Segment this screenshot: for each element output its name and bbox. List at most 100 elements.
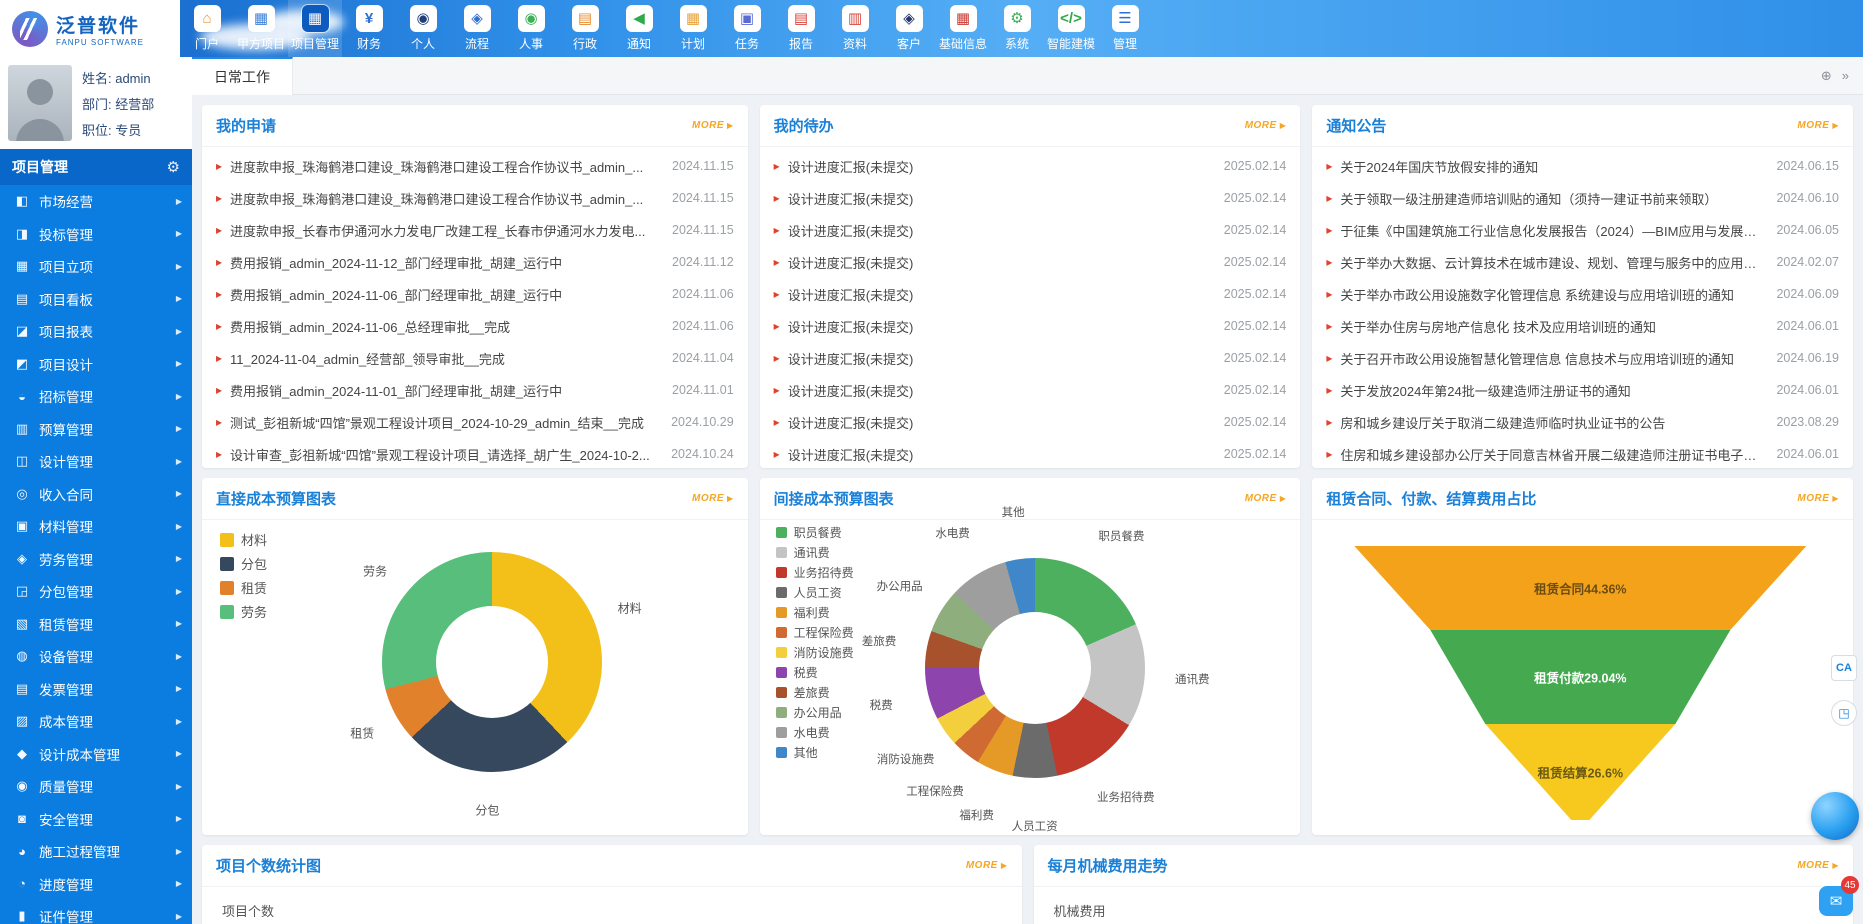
message-icon: ✉ [1830, 892, 1843, 910]
list-item[interactable]: ▸ 费用报销_admin_2024-11-06_部门经理审批_胡建_运行中 20… [216, 278, 734, 310]
list-item[interactable]: ▸ 费用报销_admin_2024-11-01_部门经理审批_胡建_运行中 20… [216, 374, 734, 406]
user-name: 姓名: admin [82, 68, 154, 87]
nav-item[interactable]: ◈ 客户 [882, 0, 936, 57]
nav-item[interactable]: ⌂ 门户 [180, 0, 234, 57]
list-item[interactable]: ▸ 进度款申报_珠海鹤港口建设_珠海鹤港口建设工程合作协议书_admin_...… [216, 150, 734, 182]
item-text: 设计进度汇报(未提交) [788, 317, 1216, 336]
more-link[interactable]: MORE▶ [1245, 120, 1287, 131]
list-item[interactable]: ▸ 设计进度汇报(未提交) 2025.02.14 [774, 374, 1287, 406]
sidebar-menu-item[interactable]: ▣ 材料管理 ▶ [0, 510, 192, 543]
list-item[interactable]: ▸ 关于领取一级注册建造师培训贴的通知（须持一建证书前来领取） 2024.06.… [1326, 182, 1839, 214]
nav-item[interactable]: ◀ 通知 [612, 0, 666, 57]
sidebar-menu-item[interactable]: ◨ 投标管理 ▶ [0, 218, 192, 251]
list-item[interactable]: ▸ 房和城乡建设厅关于取消二级建造师临时执业证书的公告 2023.08.29 [1326, 406, 1839, 438]
sidebar-menu-item[interactable]: ◍ 设备管理 ▶ [0, 640, 192, 673]
list-item[interactable]: ▸ 关于2024年国庆节放假安排的通知 2024.06.15 [1326, 150, 1839, 182]
sidebar-menu-item[interactable]: ◎ 收入合同 ▶ [0, 478, 192, 511]
bullet-icon: ▸ [1326, 159, 1332, 173]
sidebar-menu-item[interactable]: ◪ 项目报表 ▶ [0, 315, 192, 348]
list-item[interactable]: ▸ 设计进度汇报(未提交) 2025.02.14 [774, 406, 1287, 438]
list-item[interactable]: ▸ 关于发放2024年第24批一级建造师注册证书的通知 2024.06.01 [1326, 374, 1839, 406]
sidebar-menu-item[interactable]: ▦ 项目立项 ▶ [0, 250, 192, 283]
sidebar-menu-item[interactable]: ▮ 证件管理 ▶ [0, 900, 192, 924]
app-logo[interactable]: 泛普软件 FANPU SOFTWARE [0, 0, 180, 57]
settings-gear-icon[interactable]: ⚙ [167, 158, 180, 176]
nav-item[interactable]: ▥ 资料 [828, 0, 882, 57]
nav-item[interactable]: ◉ 个人 [396, 0, 450, 57]
logo-subtitle: FANPU SOFTWARE [56, 38, 144, 47]
ca-cert-widget[interactable]: CA [1831, 655, 1857, 681]
nav-item[interactable]: ¥ 财务 [342, 0, 396, 57]
list-item[interactable]: ▸ 设计进度汇报(未提交) 2025.02.14 [774, 182, 1287, 214]
menu-item-label: 进度管理 [39, 874, 167, 894]
collapse-icon[interactable]: » [1842, 68, 1849, 84]
sidebar-menu-item[interactable]: ▨ 成本管理 ▶ [0, 705, 192, 738]
more-link[interactable]: MORE▶ [1245, 493, 1287, 504]
list-item[interactable]: ▸ 进度款申报_珠海鹤港口建设_珠海鹤港口建设工程合作协议书_admin_...… [216, 182, 734, 214]
list-item[interactable]: ▸ 关于举办住房与房地产信息化 技术及应用培训班的通知 2024.06.01 [1326, 310, 1839, 342]
list-item[interactable]: ▸ 11_2024-11-04_admin_经营部_领导审批__完成 2024.… [216, 342, 734, 374]
nav-item[interactable]: ▤ 报告 [774, 0, 828, 57]
list-item[interactable]: ▸ 设计进度汇报(未提交) 2025.02.14 [774, 278, 1287, 310]
nav-item[interactable]: ▤ 行政 [558, 0, 612, 57]
nav-item[interactable]: ▦ 项目管理 [288, 0, 342, 57]
list-item[interactable]: ▸ 设计进度汇报(未提交) 2025.02.14 [774, 214, 1287, 246]
list-item[interactable]: ▸ 住房和城乡建设部办公厅关于同意吉林省开展二级建造师注册证书电子化试点... … [1326, 438, 1839, 468]
more-link[interactable]: MORE▶ [966, 860, 1008, 871]
key-icon[interactable]: ⊕ [1821, 68, 1832, 84]
more-link[interactable]: MORE▶ [1797, 120, 1839, 131]
qr-widget[interactable]: ◳ [1831, 700, 1857, 726]
list-item[interactable]: ▸ 设计审查_彭祖新城“四馆”景观工程设计项目_请选择_胡广生_2024-10-… [216, 438, 734, 468]
sidebar-menu-item[interactable]: ◔ 进度管理 ▶ [0, 868, 192, 901]
nav-item[interactable]: ▦ 计划 [666, 0, 720, 57]
row-bottom-charts: 项目个数统计图 MORE▶ 项目个数 7 7 7 每月机械费用走势 MORE▶ … [192, 845, 1863, 924]
bullet-icon: ▸ [216, 447, 222, 461]
nav-item[interactable]: ◉ 人事 [504, 0, 558, 57]
list-item[interactable]: ▸ 关于举办大数据、云计算技术在城市建设、规划、管理与服务中的应用培训班... … [1326, 246, 1839, 278]
menu-item-label: 分包管理 [39, 581, 167, 601]
sidebar-menu-item[interactable]: ◉ 质量管理 ▶ [0, 770, 192, 803]
more-link[interactable]: MORE▶ [1797, 493, 1839, 504]
list-item[interactable]: ▸ 费用报销_admin_2024-11-12_部门经理审批_胡建_运行中 20… [216, 246, 734, 278]
nav-item[interactable]: ◈ 流程 [450, 0, 504, 57]
nav-item[interactable]: ⚙ 系统 [990, 0, 1044, 57]
legend-swatch [776, 547, 787, 558]
slice-label: 分包 [475, 801, 499, 818]
legend-swatch [776, 687, 787, 698]
list-item[interactable]: ▸ 进度款申报_长春市伊通河水力发电厂改建工程_长春市伊通河水力发电... 20… [216, 214, 734, 246]
list-item[interactable]: ▸ 测试_彭祖新城“四馆”景观工程设计项目_2024-10-29_admin_结… [216, 406, 734, 438]
sidebar-menu-item[interactable]: ◙ 安全管理 ▶ [0, 803, 192, 836]
tab-daily-work[interactable]: 日常工作 [192, 57, 293, 95]
more-link[interactable]: MORE▶ [692, 120, 734, 131]
list-item[interactable]: ▸ 关于召开市政公用设施智慧化管理信息 信息技术与应用培训班的通知 2024.0… [1326, 342, 1839, 374]
sidebar-menu-item[interactable]: ◈ 劳务管理 ▶ [0, 543, 192, 576]
sidebar-menu-item[interactable]: ◩ 项目设计 ▶ [0, 348, 192, 381]
list-item[interactable]: ▸ 于征集《中国建筑施工行业信息化发展报告（2024）—BIM应用与发展》材料.… [1326, 214, 1839, 246]
sidebar-menu-item[interactable]: ◒ 招标管理 ▶ [0, 380, 192, 413]
nav-item[interactable]: ▣ 任务 [720, 0, 774, 57]
list-item[interactable]: ▸ 设计进度汇报(未提交) 2025.02.14 [774, 438, 1287, 468]
sidebar-menu-item[interactable]: ▧ 租赁管理 ▶ [0, 608, 192, 641]
sidebar-menu-item[interactable]: ◲ 分包管理 ▶ [0, 575, 192, 608]
list-item[interactable]: ▸ 设计进度汇报(未提交) 2025.02.14 [774, 310, 1287, 342]
more-link[interactable]: MORE▶ [692, 493, 734, 504]
sidebar-menu-item[interactable]: ▥ 预算管理 ▶ [0, 413, 192, 446]
nav-item[interactable]: ☰ 管理 [1098, 0, 1152, 57]
sidebar-menu-item[interactable]: ▤ 项目看板 ▶ [0, 283, 192, 316]
nav-item[interactable]: ▦ 基础信息 [936, 0, 990, 57]
list-item[interactable]: ▸ 设计进度汇报(未提交) 2025.02.14 [774, 246, 1287, 278]
nav-item[interactable]: </> 智能建模 [1044, 0, 1098, 57]
sidebar-menu-item[interactable]: ◫ 设计管理 ▶ [0, 445, 192, 478]
list-item[interactable]: ▸ 费用报销_admin_2024-11-06_总经理审批__完成 2024.1… [216, 310, 734, 342]
list-item[interactable]: ▸ 设计进度汇报(未提交) 2025.02.14 [774, 150, 1287, 182]
sidebar-menu-item[interactable]: ◧ 市场经营 ▶ [0, 185, 192, 218]
sidebar-menu-item[interactable]: ▤ 发票管理 ▶ [0, 673, 192, 706]
list-item[interactable]: ▸ 设计进度汇报(未提交) 2025.02.14 [774, 342, 1287, 374]
list-item[interactable]: ▸ 关于举办市政公用设施数字化管理信息 系统建设与应用培训班的通知 2024.0… [1326, 278, 1839, 310]
nav-item[interactable]: ▦ 甲方项目 [234, 0, 288, 57]
bullet-icon: ▸ [774, 255, 780, 269]
sidebar-menu-item[interactable]: ◕ 施工过程管理 ▶ [0, 835, 192, 868]
more-link[interactable]: MORE▶ [1797, 860, 1839, 871]
sidebar-menu-item[interactable]: ◆ 设计成本管理 ▶ [0, 738, 192, 771]
assistant-button[interactable] [1811, 792, 1859, 840]
